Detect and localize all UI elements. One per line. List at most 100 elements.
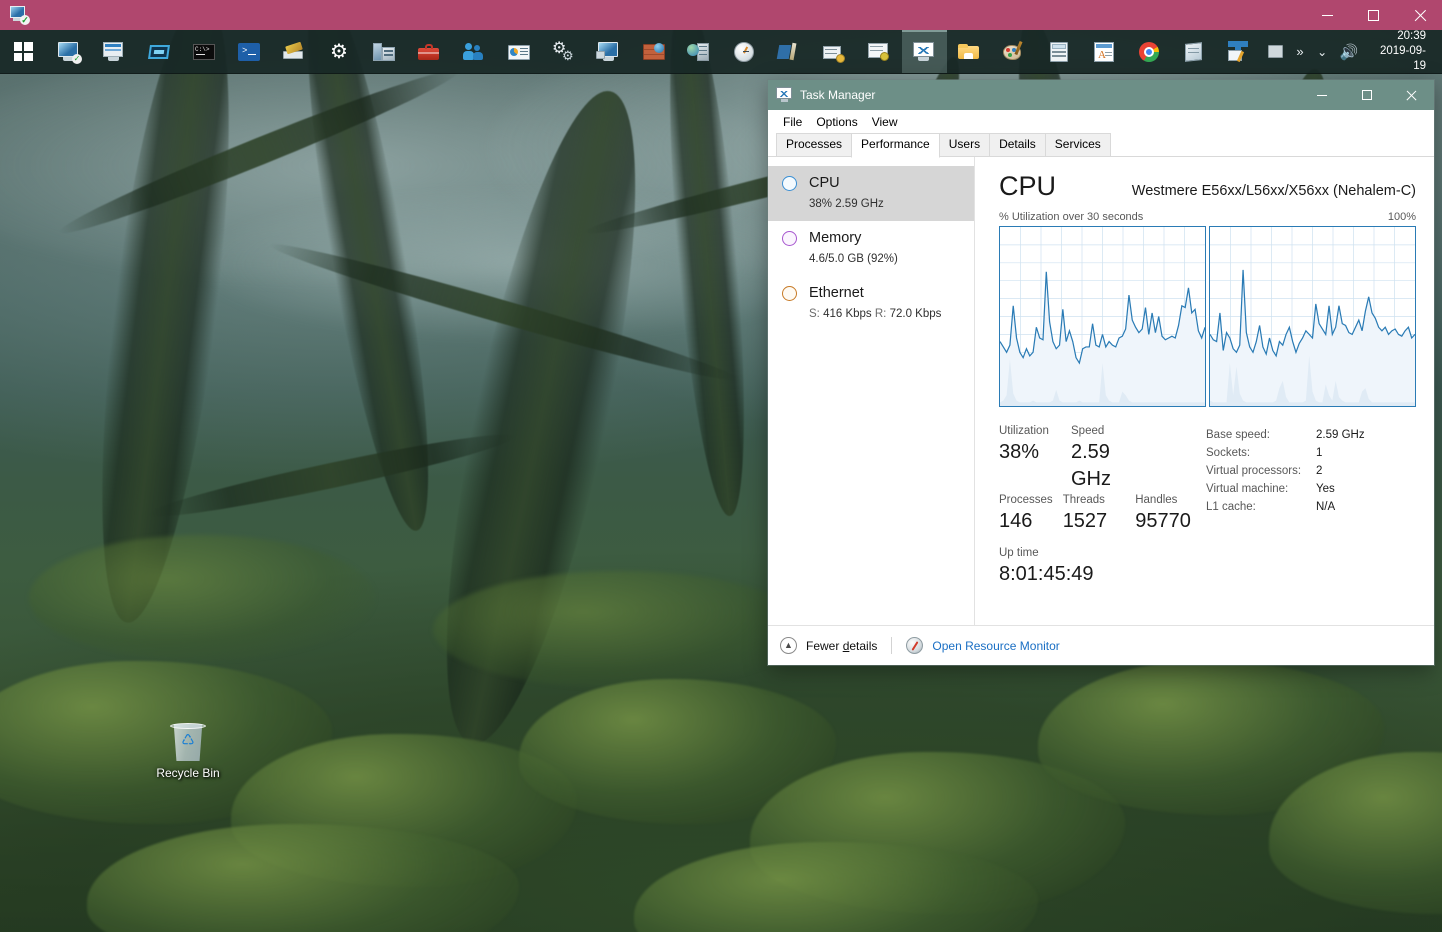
rdp-titlebar[interactable]: ✓ [0,0,1442,30]
sidebar-item-sublabel: 38% 2.59 GHz [809,198,884,210]
taskbar-item-services[interactable]: ⚙ ⚙ [542,30,587,73]
taskbar-item-performance-monitor[interactable] [767,30,812,73]
detail-header: CPU Westmere E56xx/L56xx/X56xx (Nehalem-… [999,171,1416,204]
cpu-specifications: Base speed: 2.59 GHz Sockets: 1 Virtual … [1206,424,1421,588]
taskbar-item-task-scheduler[interactable] [722,30,767,73]
remote-desktop-icon: ✓ [8,5,30,25]
taskbar-item-event-viewer[interactable] [812,30,857,73]
taskbar-app-buttons: ✓ [47,30,1262,73]
menu-view[interactable]: View [865,113,905,131]
taskbar-item-toolbox[interactable] [407,30,452,73]
menu-bar: File Options View [768,110,1434,133]
taskbar-item-wordpad[interactable]: A [1082,30,1127,73]
spec-value: 2 [1316,462,1322,480]
stat-handles: Handles 95770 [1135,493,1206,535]
tray-overflow-button[interactable]: » [1290,45,1309,59]
spec-l1-cache: L1 cache: N/A [1206,498,1421,516]
spec-value: 2.59 GHz [1316,426,1365,444]
tab-processes[interactable]: Processes [776,133,852,157]
task-manager-window-controls [1299,80,1434,110]
ethernet-send-label: S: [809,308,823,320]
tab-strip: Processes Performance Users Details Serv… [768,133,1434,157]
taskbar-item-paint[interactable] [992,30,1037,73]
sidebar-item-cpu[interactable]: CPU 38% 2.59 GHz [768,166,974,221]
start-button[interactable] [0,30,47,73]
rdp-close-button[interactable] [1396,0,1442,30]
taskbar-item-remote-desktop[interactable]: ✓ [47,30,92,73]
paint-palette-icon [1001,39,1027,65]
tm-minimize-button[interactable] [1299,80,1344,110]
gears-icon: ⚙ ⚙ [551,39,577,65]
taskbar-item-text-editor[interactable] [1217,30,1262,73]
sidebar-item-memory[interactable]: Memory 4.6/5.0 GB (92%) [768,221,974,276]
notepad-icon [1181,39,1207,65]
tab-services[interactable]: Services [1045,133,1111,157]
taskbar-item-settings[interactable]: ⚙ [317,30,362,73]
spec-value: N/A [1316,498,1335,516]
task-manager-icon [776,87,794,103]
taskbar: ✓ [0,30,1442,74]
graph-axis-labels: % Utilization over 30 seconds 100% [999,211,1416,223]
users-icon [461,39,487,65]
taskbar-item-presentation[interactable] [497,30,542,73]
taskbar-item-window-manager[interactable] [137,30,182,73]
tray-volume-icon[interactable]: 🔊 [1335,43,1364,61]
tab-performance[interactable]: Performance [851,133,940,158]
graph-caption: % Utilization over 30 seconds [999,211,1143,223]
fewer-details-button[interactable]: Fewer details [806,639,877,653]
tab-users[interactable]: Users [939,133,990,157]
taskbar-item-computer-management[interactable] [362,30,407,73]
monitor-connect-icon [596,39,622,65]
task-manager-titlebar[interactable]: Task Manager [768,80,1434,110]
cpu-graph-1[interactable] [1209,226,1416,407]
taskbar-clock[interactable]: 20:39 2019-09-19 [1363,30,1436,74]
spec-value: 1 [1316,444,1322,462]
taskbar-item-task-manager[interactable] [902,30,947,73]
taskbar-item-file-archive[interactable] [272,30,317,73]
taskbar-item-notepad[interactable] [1172,30,1217,73]
windows-logo-icon [14,42,33,61]
stat-utilization: Utilization 38% [999,424,1071,493]
chevron-up-icon[interactable]: ▲ [780,637,797,654]
cpu-graph-0[interactable] [999,226,1206,407]
taskbar-item-powershell[interactable]: > [227,30,272,73]
open-resource-monitor-link[interactable]: Open Resource Monitor [932,639,1059,653]
ethernet-send-value: 416 Kbps [823,308,872,320]
menu-file[interactable]: File [776,113,809,131]
window-frame-icon [146,39,172,65]
task-manager-body: CPU 38% 2.59 GHz Memory 4.6/5.0 GB (92%) [768,157,1434,625]
ethernet-indicator-icon [782,286,797,301]
desktop-icon-recycle-bin[interactable]: ♺ Recycle Bin [146,718,230,780]
taskbar-item-calculator[interactable] [1037,30,1082,73]
tm-close-button[interactable] [1389,80,1434,110]
rdp-maximize-button[interactable] [1350,0,1396,30]
menu-options[interactable]: Options [809,113,864,131]
stats-row-1: Utilization 38% Speed 2.59 GHz [999,424,1206,493]
tm-maximize-button[interactable] [1344,80,1389,110]
tray-item-monitor[interactable] [1262,45,1291,58]
taskbar-item-remote-connection[interactable] [587,30,632,73]
taskbar-item-server-manager[interactable] [92,30,137,73]
taskbar-item-chrome[interactable] [1127,30,1172,73]
taskbar-item-certificates[interactable] [857,30,902,73]
sidebar-item-ethernet[interactable]: Ethernet S: 416 Kbps R: 72.0 Kbps [768,276,974,331]
taskbar-item-firewall[interactable] [632,30,677,73]
rdp-minimize-button[interactable] [1304,0,1350,30]
taskbar-item-network-server[interactable] [677,30,722,73]
wordpad-icon: A [1091,39,1117,65]
spec-key: Virtual processors: [1206,462,1316,480]
tab-details[interactable]: Details [989,133,1046,157]
taskbar-item-file-explorer[interactable] [947,30,992,73]
tray-chevron-up-icon[interactable]: ⌄ [1310,45,1335,59]
cpu-graphs [999,226,1416,407]
stat-value: 95770 [1135,508,1206,535]
taskbar-item-users-groups[interactable] [452,30,497,73]
page-title: CPU [999,171,1056,201]
stat-threads: Threads 1527 [1063,493,1136,535]
command-prompt-icon: C:\> [191,39,217,65]
rdp-window-controls [1304,0,1442,30]
taskbar-item-command-prompt[interactable]: C:\> [182,30,227,73]
powershell-icon: > [236,39,262,65]
sidebar-item-sublabel: 4.6/5.0 GB (92%) [809,253,898,265]
stat-value: 38% [999,439,1071,466]
